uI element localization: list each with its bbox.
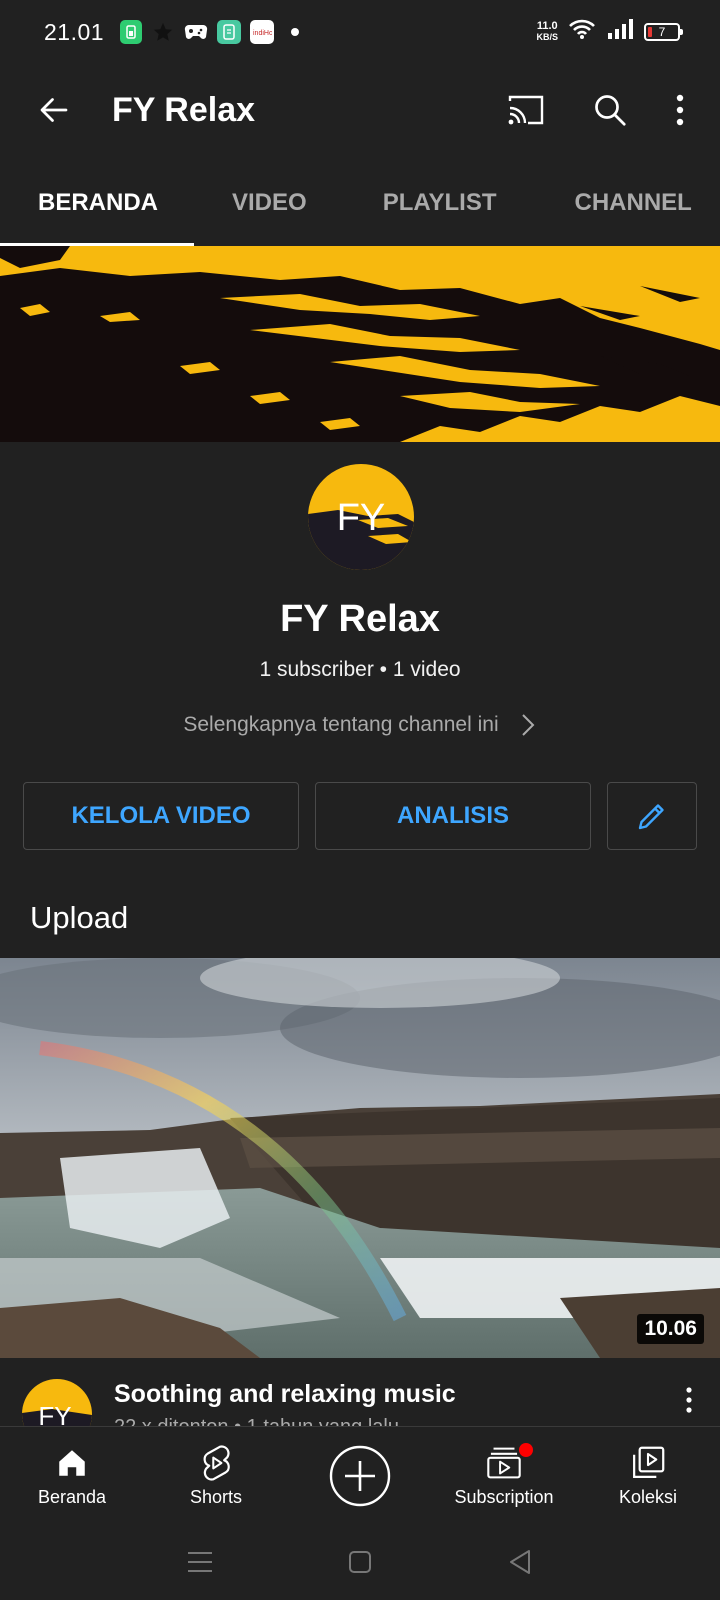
edit-channel-button[interactable]	[607, 782, 697, 850]
search-icon	[595, 95, 626, 126]
nav-home-label: Beranda	[37, 1487, 107, 1507]
arrow-back-icon	[40, 98, 68, 122]
network-speed-value: 11.0	[536, 20, 558, 32]
battery-level: 7	[658, 25, 666, 39]
manage-videos-button[interactable]: KELOLA VIDEO	[23, 782, 299, 850]
tab-video[interactable]: VIDEO	[232, 160, 307, 246]
battery-icon: 7	[644, 23, 683, 41]
video-meta: 22 x ditonton • 1 tahun yang lalu	[114, 1416, 399, 1426]
nav-create[interactable]	[288, 1427, 432, 1524]
nav-library-label: Koleksi	[618, 1487, 678, 1507]
network-speed-unit: KB/S	[536, 32, 558, 42]
back-button[interactable]	[26, 82, 82, 138]
recents-button[interactable]	[175, 1537, 225, 1587]
square-icon	[349, 1551, 371, 1573]
chevron-right-icon	[521, 714, 535, 736]
about-channel-link[interactable]: Selengkapnya tentang channel ini	[0, 712, 720, 738]
app-notification-icon	[217, 20, 242, 44]
channel-stats: 1 subscriber • 1 video	[259, 658, 461, 681]
search-button[interactable]	[582, 82, 638, 138]
bottom-navigation: Beranda Shorts Subscription Koleksi	[0, 1426, 720, 1524]
channel-actions: KELOLA VIDEO ANALISIS	[23, 782, 697, 850]
app-header: FY Relax	[0, 64, 720, 156]
home-system-button[interactable]	[335, 1537, 385, 1587]
gamepad-icon	[184, 20, 208, 44]
tab-beranda[interactable]: BERANDA	[0, 160, 194, 246]
more-options-button[interactable]	[660, 82, 700, 138]
video-title[interactable]: Soothing and relaxing music	[114, 1380, 456, 1409]
menu-icon	[188, 1552, 212, 1572]
shorts-icon	[203, 1445, 230, 1481]
more-notifications-dot-icon	[283, 20, 307, 44]
video-thumbnail[interactable]: 10.06	[0, 958, 720, 1358]
nav-shorts-label: Shorts	[189, 1487, 243, 1507]
page-title: FY Relax	[112, 90, 256, 129]
battery-saver-icon	[120, 20, 143, 44]
upload-section-title: Upload	[30, 900, 129, 935]
network-speed: 11.0 KB/S	[536, 21, 558, 43]
svg-text:indiHo: indiHo	[253, 30, 272, 37]
video-item[interactable]: FY Soothing and relaxing music 22 x dito…	[0, 1372, 720, 1426]
tab-playlist[interactable]: PLAYLIST	[383, 160, 497, 246]
nav-library[interactable]: Koleksi	[576, 1427, 720, 1524]
cast-button[interactable]	[498, 82, 554, 138]
channel-avatar-text: FY	[337, 497, 386, 539]
video-more-button[interactable]	[674, 1382, 704, 1418]
cast-icon	[508, 95, 544, 125]
triangle-back-icon	[510, 1550, 530, 1574]
about-channel-text: Selengkapnya tentang channel ini	[183, 713, 499, 736]
channel-banner	[0, 246, 720, 442]
video-avatar-text: FY	[38, 1401, 71, 1426]
wifi-icon	[568, 18, 596, 46]
pencil-icon	[638, 804, 664, 830]
nav-shorts[interactable]: Shorts	[144, 1427, 288, 1524]
channel-name: FY Relax	[280, 598, 440, 640]
notification-dot	[519, 1443, 533, 1457]
home-icon	[59, 1450, 85, 1476]
nav-subscriptions-label: Subscription	[454, 1487, 554, 1507]
more-vert-icon	[686, 1387, 692, 1413]
subscriptions-icon	[487, 1447, 521, 1479]
system-navigation	[0, 1524, 720, 1600]
indihome-icon: indiHo	[250, 20, 275, 44]
video-channel-avatar[interactable]: FY	[22, 1379, 92, 1426]
nav-subscriptions[interactable]: Subscription	[432, 1427, 576, 1524]
more-vert-icon	[676, 94, 684, 126]
star-icon	[151, 20, 175, 44]
status-bar: 21.01 indiHo 11.0 KB/S 7	[0, 0, 720, 64]
add-circle-icon	[329, 1445, 391, 1506]
video-duration: 10.06	[637, 1314, 704, 1344]
signal-icon	[606, 18, 634, 46]
back-system-button[interactable]	[495, 1537, 545, 1587]
tab-channel[interactable]: CHANNEL	[575, 160, 692, 246]
status-time: 21.01	[44, 18, 105, 45]
analytics-button[interactable]: ANALISIS	[315, 782, 591, 850]
library-icon	[633, 1446, 665, 1478]
channel-tabs: BERANDA VIDEO PLAYLIST CHANNEL	[0, 160, 720, 246]
nav-home[interactable]: Beranda	[0, 1427, 144, 1524]
channel-avatar[interactable]: FY	[308, 464, 414, 570]
